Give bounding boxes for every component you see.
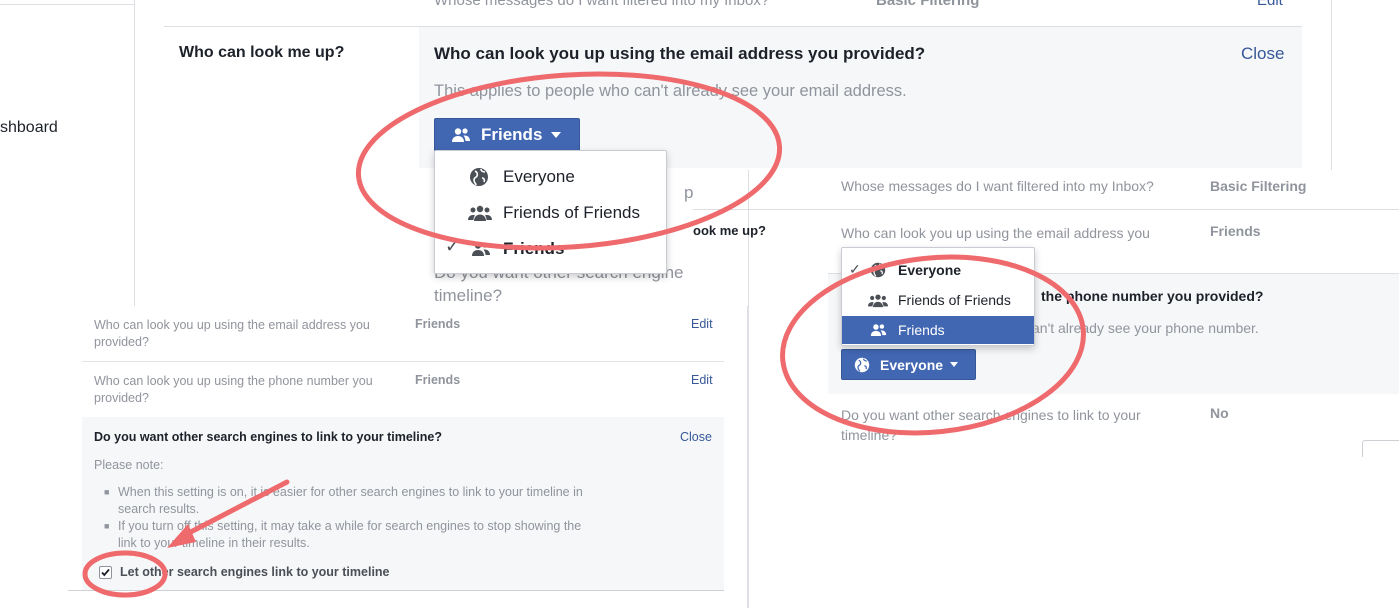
annotation-circle-right xyxy=(780,254,1086,436)
annotation-arrow-head xyxy=(167,524,196,548)
annotation-overlay xyxy=(82,71,1086,598)
annotation-arrow-shaft xyxy=(180,479,290,539)
annotation-circle-top xyxy=(355,71,783,251)
annotation-circle-checkbox xyxy=(82,550,168,598)
